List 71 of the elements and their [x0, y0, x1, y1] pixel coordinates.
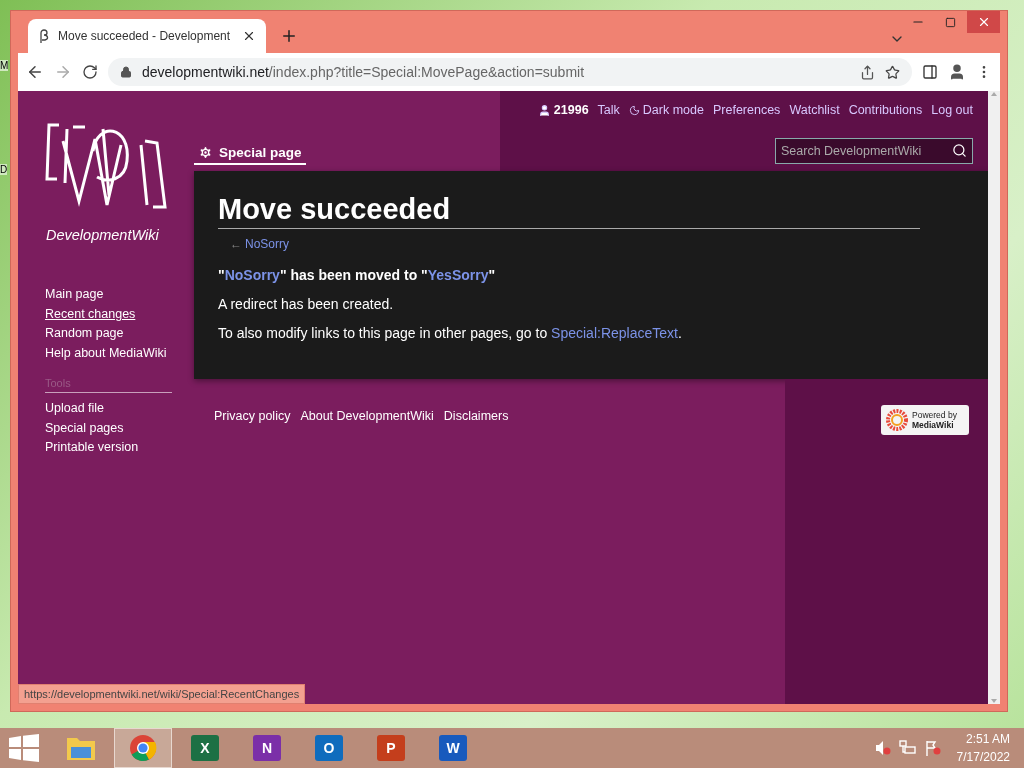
- desktop-icon-label: D: [0, 164, 8, 175]
- close-button[interactable]: [967, 11, 1000, 33]
- taskbar-app[interactable]: X: [176, 728, 234, 768]
- app-icon: O: [315, 735, 343, 761]
- gear-icon: [198, 145, 213, 160]
- wiki-link[interactable]: Special:ReplaceText: [551, 325, 678, 341]
- search-field[interactable]: Search DevelopmentWiki: [775, 138, 973, 164]
- page-heading: Move succeeded: [218, 193, 920, 229]
- app-icon: P: [377, 735, 405, 761]
- user-link[interactable]: Contributions: [848, 103, 923, 117]
- browser-tab[interactable]: Move succeeded - Development: [28, 19, 266, 53]
- user-link[interactable]: Log out: [931, 103, 973, 117]
- back-arrow: ←: [230, 237, 242, 251]
- taskbar-app[interactable]: W: [424, 728, 482, 768]
- taskbar-app[interactable]: P: [362, 728, 420, 768]
- moon-icon: [628, 104, 640, 116]
- user-link[interactable]: Preferences: [712, 103, 781, 117]
- close-icon[interactable]: [242, 29, 256, 43]
- address-bar[interactable]: developmentwiki.net/index.php?title=Special:MovePage&action=submit: [108, 58, 912, 86]
- bookmark-star-icon[interactable]: [885, 64, 900, 80]
- sidebar-link[interactable]: Upload file: [45, 399, 105, 419]
- back-link[interactable]: NoSorry: [245, 237, 289, 251]
- forward-icon[interactable]: [54, 63, 72, 81]
- taskbar-app[interactable]: [114, 728, 172, 768]
- profile-icon[interactable]: [948, 63, 966, 81]
- sidebar-link[interactable]: Help about MediaWiki: [45, 343, 167, 363]
- user-link[interactable]: Watchlist: [789, 103, 840, 117]
- desktop-icon-label: M: [0, 60, 9, 71]
- flag-icon[interactable]: [924, 740, 941, 756]
- app-icon: X: [191, 735, 219, 761]
- search-icon[interactable]: [952, 143, 967, 158]
- maximize-icon: [945, 16, 956, 28]
- user-link[interactable]: 21996: [537, 103, 589, 117]
- tab-title: Move succeeded - Development: [58, 29, 232, 43]
- sidebar-link[interactable]: Special pages: [45, 418, 124, 438]
- share-icon[interactable]: [860, 64, 875, 80]
- message-text: To also modify links to this page in other pages, go to Special:ReplaceText.: [218, 325, 683, 341]
- app-icon: N: [253, 735, 281, 761]
- sidebar-link[interactable]: Main page: [45, 285, 104, 305]
- page-tab[interactable]: Special page: [194, 145, 306, 165]
- powered-by-badge[interactable]: Powered by MediaWiki: [881, 405, 969, 435]
- new-tab-icon[interactable]: [280, 27, 298, 45]
- user-link[interactable]: Talk: [597, 103, 620, 117]
- network-icon[interactable]: [898, 740, 917, 756]
- beta-icon: [38, 29, 50, 43]
- sidebar-link[interactable]: Recent changes: [45, 304, 136, 324]
- taskbar-app[interactable]: O: [300, 728, 358, 768]
- footer-link[interactable]: About DevelopmentWiki: [300, 409, 434, 423]
- side-panel-icon[interactable]: [922, 64, 938, 80]
- status-url: https://developmentwiki.net/wiki/Special:RecentChanges: [18, 684, 306, 704]
- app-icon: W: [439, 735, 467, 761]
- message-text: "NoSorry" has been moved to "YesSorry": [218, 267, 497, 283]
- tools-heading: Tools: [45, 377, 71, 389]
- windows-start-icon[interactable]: [9, 734, 39, 762]
- reload-icon[interactable]: [82, 64, 98, 80]
- site-name: DevelopmentWiki: [46, 227, 159, 243]
- flower-logo-icon: [886, 409, 908, 431]
- taskbar-app[interactable]: N: [238, 728, 296, 768]
- chrome-icon: [129, 734, 157, 762]
- footer-link[interactable]: Privacy policy: [214, 409, 291, 423]
- wiki-link[interactable]: YesSorry: [427, 267, 489, 283]
- message-text: A redirect has been created.: [218, 296, 395, 312]
- sidebar-link[interactable]: Random page: [45, 324, 124, 344]
- muted-speaker-icon[interactable]: [874, 740, 891, 756]
- user-icon: [537, 103, 551, 117]
- wiki-link[interactable]: NoSorry: [224, 267, 280, 283]
- sidebar-link[interactable]: Printable version: [45, 438, 139, 458]
- lock-icon[interactable]: [120, 66, 132, 78]
- back-icon[interactable]: [26, 63, 44, 81]
- footer-link[interactable]: Disclaimers: [443, 409, 509, 423]
- user-link[interactable]: Dark mode: [628, 103, 704, 117]
